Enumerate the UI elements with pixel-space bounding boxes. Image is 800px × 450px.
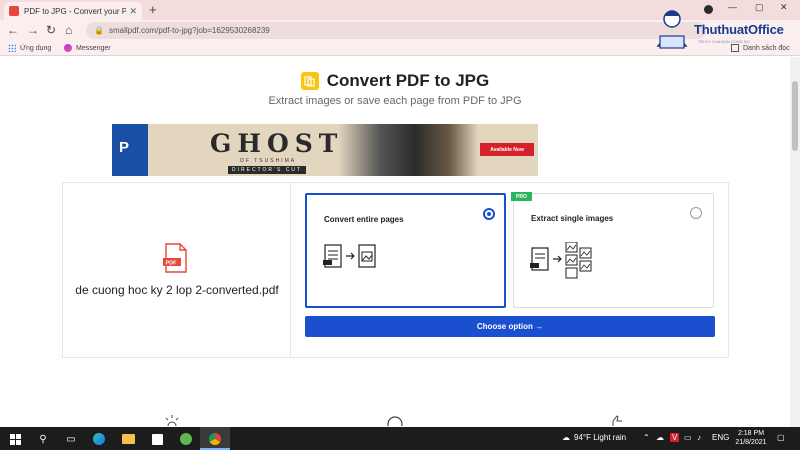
watermark-logo: ThuthuatOffice TRI KY CUA DAN CONG SO [650,6,796,54]
cloud-icon[interactable]: ☁ [656,433,664,442]
file-name: de cuong hoc ky 2 lop 2-converted.pdf [75,283,279,297]
ad-artwork [338,124,478,176]
svg-text:PDF: PDF [166,260,178,266]
radio-extract-single-images[interactable] [690,207,702,219]
choose-option-button[interactable]: Choose option → [305,316,715,337]
ad-edition: DIRECTOR'S CUT [228,166,306,174]
unikey-icon[interactable]: V [670,433,680,442]
battery-icon[interactable]: ▭ [684,433,692,442]
person-laptop-icon [656,10,688,49]
pro-badge: PRO [511,192,532,201]
edge-icon[interactable] [92,432,106,446]
lock-icon[interactable]: 🔒 [94,26,104,35]
option-extract-single-images[interactable]: PRO Extract single images [511,192,714,308]
file-explorer-icon[interactable] [121,432,135,446]
playstation-logo: P [112,124,148,176]
advertisement-banner[interactable]: P GHOST OF TSUSHIMA DIRECTOR'S CUT Avail… [112,124,538,176]
ad-title: GHOST [210,129,344,158]
search-icon[interactable]: ⚲ [36,432,50,446]
task-view-icon[interactable]: ▭ [64,432,78,446]
option-label: Extract single images [531,214,614,223]
pdf-to-jpg-icon [300,72,319,90]
bookmark-messenger-label: Messenger [76,44,111,52]
bookmark-messenger[interactable]: Messenger [64,44,111,52]
notification-icon[interactable]: ▢ [777,433,785,442]
bookmark-apps-label: Ứng dụng [20,44,52,52]
tab-title: PDF to JPG - Convert your PDFs [24,6,127,16]
thumbs-up-icon [612,415,622,426]
bookmark-apps[interactable]: Ứng dụng [8,44,51,52]
page-scrollbar[interactable] [790,57,800,427]
option-label: Convert entire pages [324,215,404,224]
apps-icon [8,44,16,52]
store-icon[interactable] [150,432,164,446]
close-icon[interactable]: ✕ [129,6,137,17]
smallpdf-favicon-icon [9,6,19,16]
page-subtitle: Extract images or save each page from PD… [268,95,522,107]
windows-taskbar: ⚲ ▭ ☁ 94°F Light rain ⌃ ☁ V ▭ ♪ ENG 2:18… [0,427,800,450]
browser-tab[interactable]: PDF to JPG - Convert your PDFs ✕ [4,2,142,20]
convert-pages-illustration [323,244,376,268]
clock-icon [387,416,403,426]
page-heading: Convert PDF to JPG [0,71,790,91]
ad-cta-button[interactable]: Available Now [480,143,534,156]
clock-date: 21/8/2021 [735,439,767,446]
url-text: smallpdf.com/pdf-to-jpg?job=162953026823… [108,26,270,35]
pdf-file-icon: PDF [163,243,187,273]
messenger-icon [64,44,72,52]
extract-images-illustration [530,242,592,279]
radio-convert-entire-pages[interactable] [483,208,495,220]
weather-widget[interactable]: ☁ 94°F Light rain [562,433,626,442]
app-icon[interactable] [179,432,193,446]
chrome-icon[interactable] [208,432,222,446]
reload-icon[interactable]: ↻ [46,23,56,37]
conversion-panel: PDF de cuong hoc ky 2 lop 2-converted.pd… [62,182,729,358]
page-content: Convert PDF to JPG Extract images or sav… [0,57,790,427]
back-icon[interactable]: ← [7,23,19,37]
ad-subtitle: OF TSUSHIMA [240,158,297,164]
forward-icon[interactable]: → [27,23,39,37]
weather-text: 94°F Light rain [574,433,627,442]
home-icon[interactable]: ⌂ [65,23,72,37]
windows-start-icon[interactable] [8,432,22,446]
file-preview: PDF de cuong hoc ky 2 lop 2-converted.pd… [63,183,291,357]
cloud-rain-icon: ☁ [562,433,570,442]
lightbulb-icon [165,415,179,426]
clock-time: 2:18 PM [737,430,765,437]
logo-tagline: TRI KY CUA DAN CONG SO [698,39,750,44]
page-title: Convert PDF to JPG [326,71,490,90]
language-indicator[interactable]: ENG [712,433,729,442]
logo-text: ThuthuatOffice [694,22,784,37]
option-convert-entire-pages[interactable]: Convert entire pages [305,193,506,308]
speaker-icon[interactable]: ♪ [697,433,701,442]
url-field[interactable]: 🔒 smallpdf.com/pdf-to-jpg?job=1629530268… [86,22,706,39]
chevron-up-icon[interactable]: ⌃ [643,433,650,442]
new-tab-button[interactable]: + [149,2,157,18]
system-clock[interactable]: 2:18 PM 21/8/2021 [733,429,769,447]
scrollbar-thumb[interactable] [792,81,798,151]
